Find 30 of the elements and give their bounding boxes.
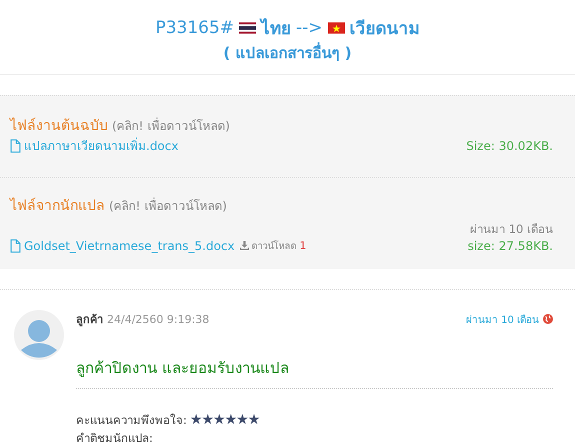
download-hint: (คลิก! เพื่อดาวน์โหลด) xyxy=(109,196,227,215)
download-count: 1 xyxy=(300,240,306,252)
arrow-text: --> xyxy=(296,18,323,38)
avatar xyxy=(14,310,64,360)
file-link[interactable]: Goldset_Vietrnamese_trans_5.docx xyxy=(24,238,235,252)
section-title: ไฟล์งานต้นฉบับ xyxy=(10,116,108,136)
timestamp: 24/4/2560 9:19:38 xyxy=(107,313,210,326)
download-icon xyxy=(240,241,249,250)
file-link[interactable]: แปลภาษาเวียดนามเพิ่ม.docx xyxy=(24,136,178,155)
download-hint: (คลิก! เพื่อดาวน์โหลด) xyxy=(112,116,230,135)
time-ago: ผ่านมา 10 เดือน xyxy=(466,314,539,327)
section-title: ไฟล์จากนักแปล xyxy=(10,196,105,216)
rating-label: คะแนนความพึงพอใจ: xyxy=(76,412,187,429)
document-icon[interactable] xyxy=(10,238,21,252)
globe-icon xyxy=(543,314,553,324)
flag-icon xyxy=(328,22,345,34)
time-ago: ผ่านมา 10 เดือน xyxy=(470,221,553,238)
source-language: ไทย xyxy=(261,17,292,41)
download-label: ดาวน์โหลด xyxy=(252,239,297,253)
document-icon[interactable] xyxy=(10,138,21,152)
author-name: ลูกค้า xyxy=(76,312,103,328)
job-id: P33165# xyxy=(155,18,234,38)
star-rating: ★★★★★★ xyxy=(190,412,260,428)
flag-icon xyxy=(239,22,256,34)
comment-message: ลูกค้าปิดงาน และยอมรับงานแปล xyxy=(76,356,553,389)
subtitle: ( แปลเอกสารอื่นๆ ) xyxy=(222,41,353,64)
target-language: เวียดนาม xyxy=(350,18,420,41)
review-label: คำติชมนักแปล: xyxy=(76,430,154,445)
file-size: size: 27.58KB. xyxy=(468,238,553,252)
file-size: Size: 30.02KB. xyxy=(466,138,553,152)
